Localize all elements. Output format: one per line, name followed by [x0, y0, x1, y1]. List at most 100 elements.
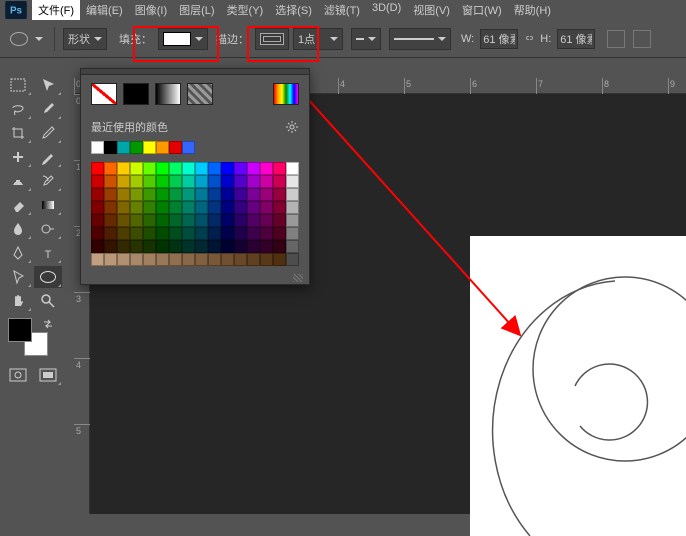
color-swatch[interactable]: [130, 227, 143, 240]
color-swatch[interactable]: [208, 240, 221, 253]
color-swatch[interactable]: [286, 188, 299, 201]
color-swatch[interactable]: [195, 227, 208, 240]
color-swatch[interactable]: [169, 141, 182, 154]
color-swatch[interactable]: [104, 227, 117, 240]
color-swatch[interactable]: [195, 188, 208, 201]
color-swatch[interactable]: [104, 240, 117, 253]
color-swatch[interactable]: [247, 201, 260, 214]
lasso-tool[interactable]: [4, 98, 32, 120]
stroke-style-combo[interactable]: [351, 28, 381, 50]
color-swatch[interactable]: [286, 214, 299, 227]
color-swatch[interactable]: [143, 162, 156, 175]
color-swatch[interactable]: [169, 201, 182, 214]
color-swatch[interactable]: [117, 201, 130, 214]
menu-item[interactable]: 图像(I): [129, 0, 173, 20]
pen-tool[interactable]: [4, 242, 32, 264]
stroke-type-button[interactable]: [255, 28, 289, 50]
gradient-tool[interactable]: [34, 194, 62, 216]
color-swatch[interactable]: [156, 188, 169, 201]
healing-brush-tool[interactable]: [4, 146, 32, 168]
gradient-fill-button[interactable]: [155, 83, 181, 105]
color-swatch[interactable]: [273, 253, 286, 266]
color-swatch[interactable]: [234, 188, 247, 201]
color-swatch[interactable]: [104, 201, 117, 214]
color-swatch[interactable]: [104, 141, 117, 154]
color-swatch[interactable]: [182, 227, 195, 240]
color-swatch[interactable]: [234, 253, 247, 266]
swap-colors-icon[interactable]: [42, 318, 54, 330]
pencil-tool[interactable]: [34, 146, 62, 168]
color-swatch[interactable]: [221, 240, 234, 253]
color-swatch[interactable]: [156, 175, 169, 188]
color-swatch[interactable]: [156, 162, 169, 175]
color-swatch[interactable]: [117, 175, 130, 188]
color-swatch[interactable]: [273, 240, 286, 253]
color-swatch[interactable]: [156, 253, 169, 266]
color-swatch[interactable]: [104, 253, 117, 266]
color-swatch[interactable]: [91, 201, 104, 214]
color-swatch[interactable]: [117, 188, 130, 201]
solid-fill-button[interactable]: [123, 83, 149, 105]
color-swatch[interactable]: [117, 214, 130, 227]
color-swatch[interactable]: [91, 240, 104, 253]
color-swatch[interactable]: [117, 141, 130, 154]
color-swatch[interactable]: [156, 240, 169, 253]
color-swatch[interactable]: [234, 214, 247, 227]
color-swatch[interactable]: [182, 175, 195, 188]
crop-tool[interactable]: [4, 122, 32, 144]
menu-item[interactable]: 窗口(W): [456, 0, 508, 20]
color-swatch[interactable]: [195, 175, 208, 188]
gear-icon[interactable]: [285, 120, 299, 134]
color-swatch[interactable]: [247, 253, 260, 266]
color-swatch[interactable]: [117, 240, 130, 253]
color-swatch[interactable]: [130, 162, 143, 175]
no-fill-button[interactable]: [91, 83, 117, 105]
color-swatch[interactable]: [130, 253, 143, 266]
color-swatch[interactable]: [91, 214, 104, 227]
color-swatch[interactable]: [169, 175, 182, 188]
menu-item[interactable]: 滤镜(T): [318, 0, 366, 20]
color-swatch[interactable]: [221, 253, 234, 266]
color-swatch[interactable]: [130, 201, 143, 214]
color-swatch[interactable]: [247, 162, 260, 175]
color-swatch[interactable]: [273, 162, 286, 175]
hand-tool[interactable]: [4, 290, 32, 312]
path-arrange-button[interactable]: [633, 30, 651, 48]
color-swatch[interactable]: [195, 240, 208, 253]
color-swatch[interactable]: [247, 214, 260, 227]
color-swatch[interactable]: [143, 201, 156, 214]
blur-tool[interactable]: [4, 218, 32, 240]
color-swatch[interactable]: [104, 188, 117, 201]
color-swatch[interactable]: [182, 253, 195, 266]
color-swatch[interactable]: [208, 214, 221, 227]
menu-item[interactable]: 文件(F): [32, 0, 80, 20]
color-swatch[interactable]: [260, 227, 273, 240]
color-swatch[interactable]: [273, 227, 286, 240]
color-swatch[interactable]: [221, 201, 234, 214]
width-input[interactable]: [480, 29, 518, 49]
color-swatch[interactable]: [247, 240, 260, 253]
color-swatch[interactable]: [182, 214, 195, 227]
menu-item[interactable]: 选择(S): [269, 0, 318, 20]
line-type-combo[interactable]: [389, 28, 451, 50]
color-swatch[interactable]: [195, 253, 208, 266]
color-swatch[interactable]: [182, 162, 195, 175]
color-swatch[interactable]: [273, 201, 286, 214]
color-swatch[interactable]: [260, 175, 273, 188]
color-swatch[interactable]: [234, 240, 247, 253]
dodge-tool[interactable]: [34, 218, 62, 240]
menu-item[interactable]: 视图(V): [407, 0, 456, 20]
color-swatch[interactable]: [273, 175, 286, 188]
color-swatch[interactable]: [91, 253, 104, 266]
color-swatch[interactable]: [91, 175, 104, 188]
color-swatch[interactable]: [221, 162, 234, 175]
color-swatch[interactable]: [169, 188, 182, 201]
color-swatch[interactable]: [208, 188, 221, 201]
color-swatch[interactable]: [169, 227, 182, 240]
pattern-fill-button[interactable]: [187, 83, 213, 105]
color-swatch[interactable]: [143, 175, 156, 188]
color-swatch[interactable]: [182, 141, 195, 154]
color-swatch[interactable]: [221, 214, 234, 227]
color-swatch[interactable]: [260, 201, 273, 214]
color-swatch[interactable]: [143, 253, 156, 266]
